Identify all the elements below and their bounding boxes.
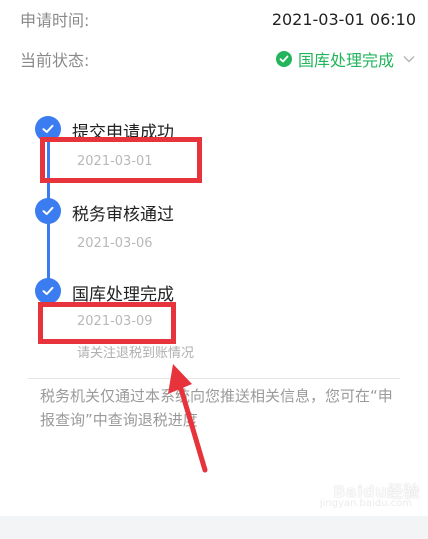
footer-band — [0, 516, 428, 539]
highlight-box — [40, 137, 202, 183]
apply-time-row: 申请时间: 2021-03-01 06:10 — [20, 4, 416, 34]
chevron-down-icon — [403, 56, 415, 63]
apply-time-label: 申请时间: — [20, 11, 90, 30]
status-dropdown[interactable]: 国库处理完成 — [275, 47, 416, 71]
status-row: 当前状态: 国库处理完成 — [20, 44, 416, 74]
step-title: 税务审核通过 — [72, 205, 174, 225]
check-icon — [35, 278, 61, 304]
check-icon — [35, 198, 61, 224]
status-value: 国库处理完成 — [297, 51, 394, 70]
step-date: 2021-03-06 — [77, 236, 153, 251]
check-circle-icon — [275, 51, 292, 67]
watermark-url: jingyan.baidu.com — [319, 498, 412, 509]
step-note: 请关注退税到账情况 — [77, 346, 195, 361]
highlight-box — [38, 302, 176, 344]
status-label: 当前状态: — [20, 51, 90, 70]
arrow-annotation-icon — [168, 364, 208, 473]
apply-time-value: 2021-03-01 06:10 — [271, 9, 416, 29]
